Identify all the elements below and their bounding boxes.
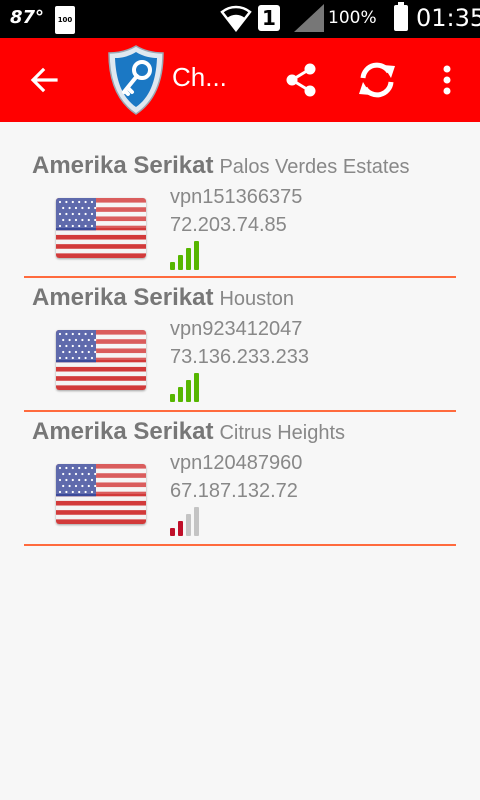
server-row-title: Amerika Serikat Citrus Heights	[32, 418, 345, 446]
server-ip: 73.136.233.233	[170, 346, 310, 368]
back-arrow-icon[interactable]	[26, 62, 62, 98]
app-title: Ch...	[172, 62, 227, 92]
cell-signal-icon	[294, 4, 324, 32]
server-hostname: vpn120487960	[170, 452, 303, 474]
server-ip: 67.187.132.72	[170, 480, 298, 502]
sim-slot-icon: 1	[258, 5, 280, 31]
more-vert-icon[interactable]	[432, 60, 462, 100]
app-bar: Ch...	[0, 38, 480, 122]
server-row[interactable]: Amerika Serikat Citrus Heights vpn1204879…	[24, 412, 456, 546]
signal-bar	[170, 262, 175, 270]
signal-bar	[178, 255, 183, 270]
wifi-icon	[220, 5, 252, 32]
server-row-title: Amerika Serikat Houston	[32, 284, 294, 312]
server-country: Amerika Serikat	[32, 418, 214, 445]
server-ip: 72.203.74.85	[170, 214, 287, 236]
signal-bar	[178, 387, 183, 402]
signal-bar	[194, 373, 199, 402]
signal-bar	[186, 514, 191, 536]
shield-key-logo	[108, 45, 164, 115]
signal-bar	[170, 528, 175, 536]
us-flag-icon	[56, 330, 146, 390]
server-country: Amerika Serikat	[32, 152, 214, 179]
status-bar: 87° 100 1 100% 01:35	[0, 0, 480, 38]
signal-bar	[186, 380, 191, 402]
signal-bar	[186, 248, 191, 270]
signal-bar	[178, 521, 183, 536]
server-city: Citrus Heights	[219, 422, 346, 444]
signal-strength-icon	[170, 240, 204, 270]
server-row[interactable]: Amerika Serikat Palos Verdes Estates vpn1…	[24, 146, 456, 278]
temperature-text: 87°	[10, 7, 45, 28]
server-row-title: Amerika Serikat Palos Verdes Estates	[32, 152, 410, 180]
server-hostname: vpn923412047	[170, 318, 303, 340]
signal-bar	[194, 241, 199, 270]
signal-strength-icon	[170, 506, 204, 536]
clock: 01:35	[416, 4, 480, 32]
us-flag-icon	[56, 464, 146, 524]
server-city: Palos Verdes Estates	[219, 156, 410, 178]
battery-icon	[394, 2, 408, 31]
server-city: Houston	[219, 288, 294, 310]
share-icon[interactable]	[282, 60, 320, 100]
battery-small-icon: 100	[55, 6, 75, 34]
server-list: Amerika Serikat Palos Verdes Estates vpn1…	[24, 146, 456, 546]
sync-icon[interactable]	[354, 58, 400, 102]
battery-percent: 100%	[328, 8, 377, 28]
signal-bar	[194, 507, 199, 536]
server-country: Amerika Serikat	[32, 284, 214, 311]
server-row[interactable]: Amerika Serikat Houston vpn923412047 73.1…	[24, 278, 456, 412]
us-flag-icon	[56, 198, 146, 258]
signal-bar	[170, 394, 175, 402]
server-hostname: vpn151366375	[170, 186, 303, 208]
signal-strength-icon	[170, 372, 204, 402]
